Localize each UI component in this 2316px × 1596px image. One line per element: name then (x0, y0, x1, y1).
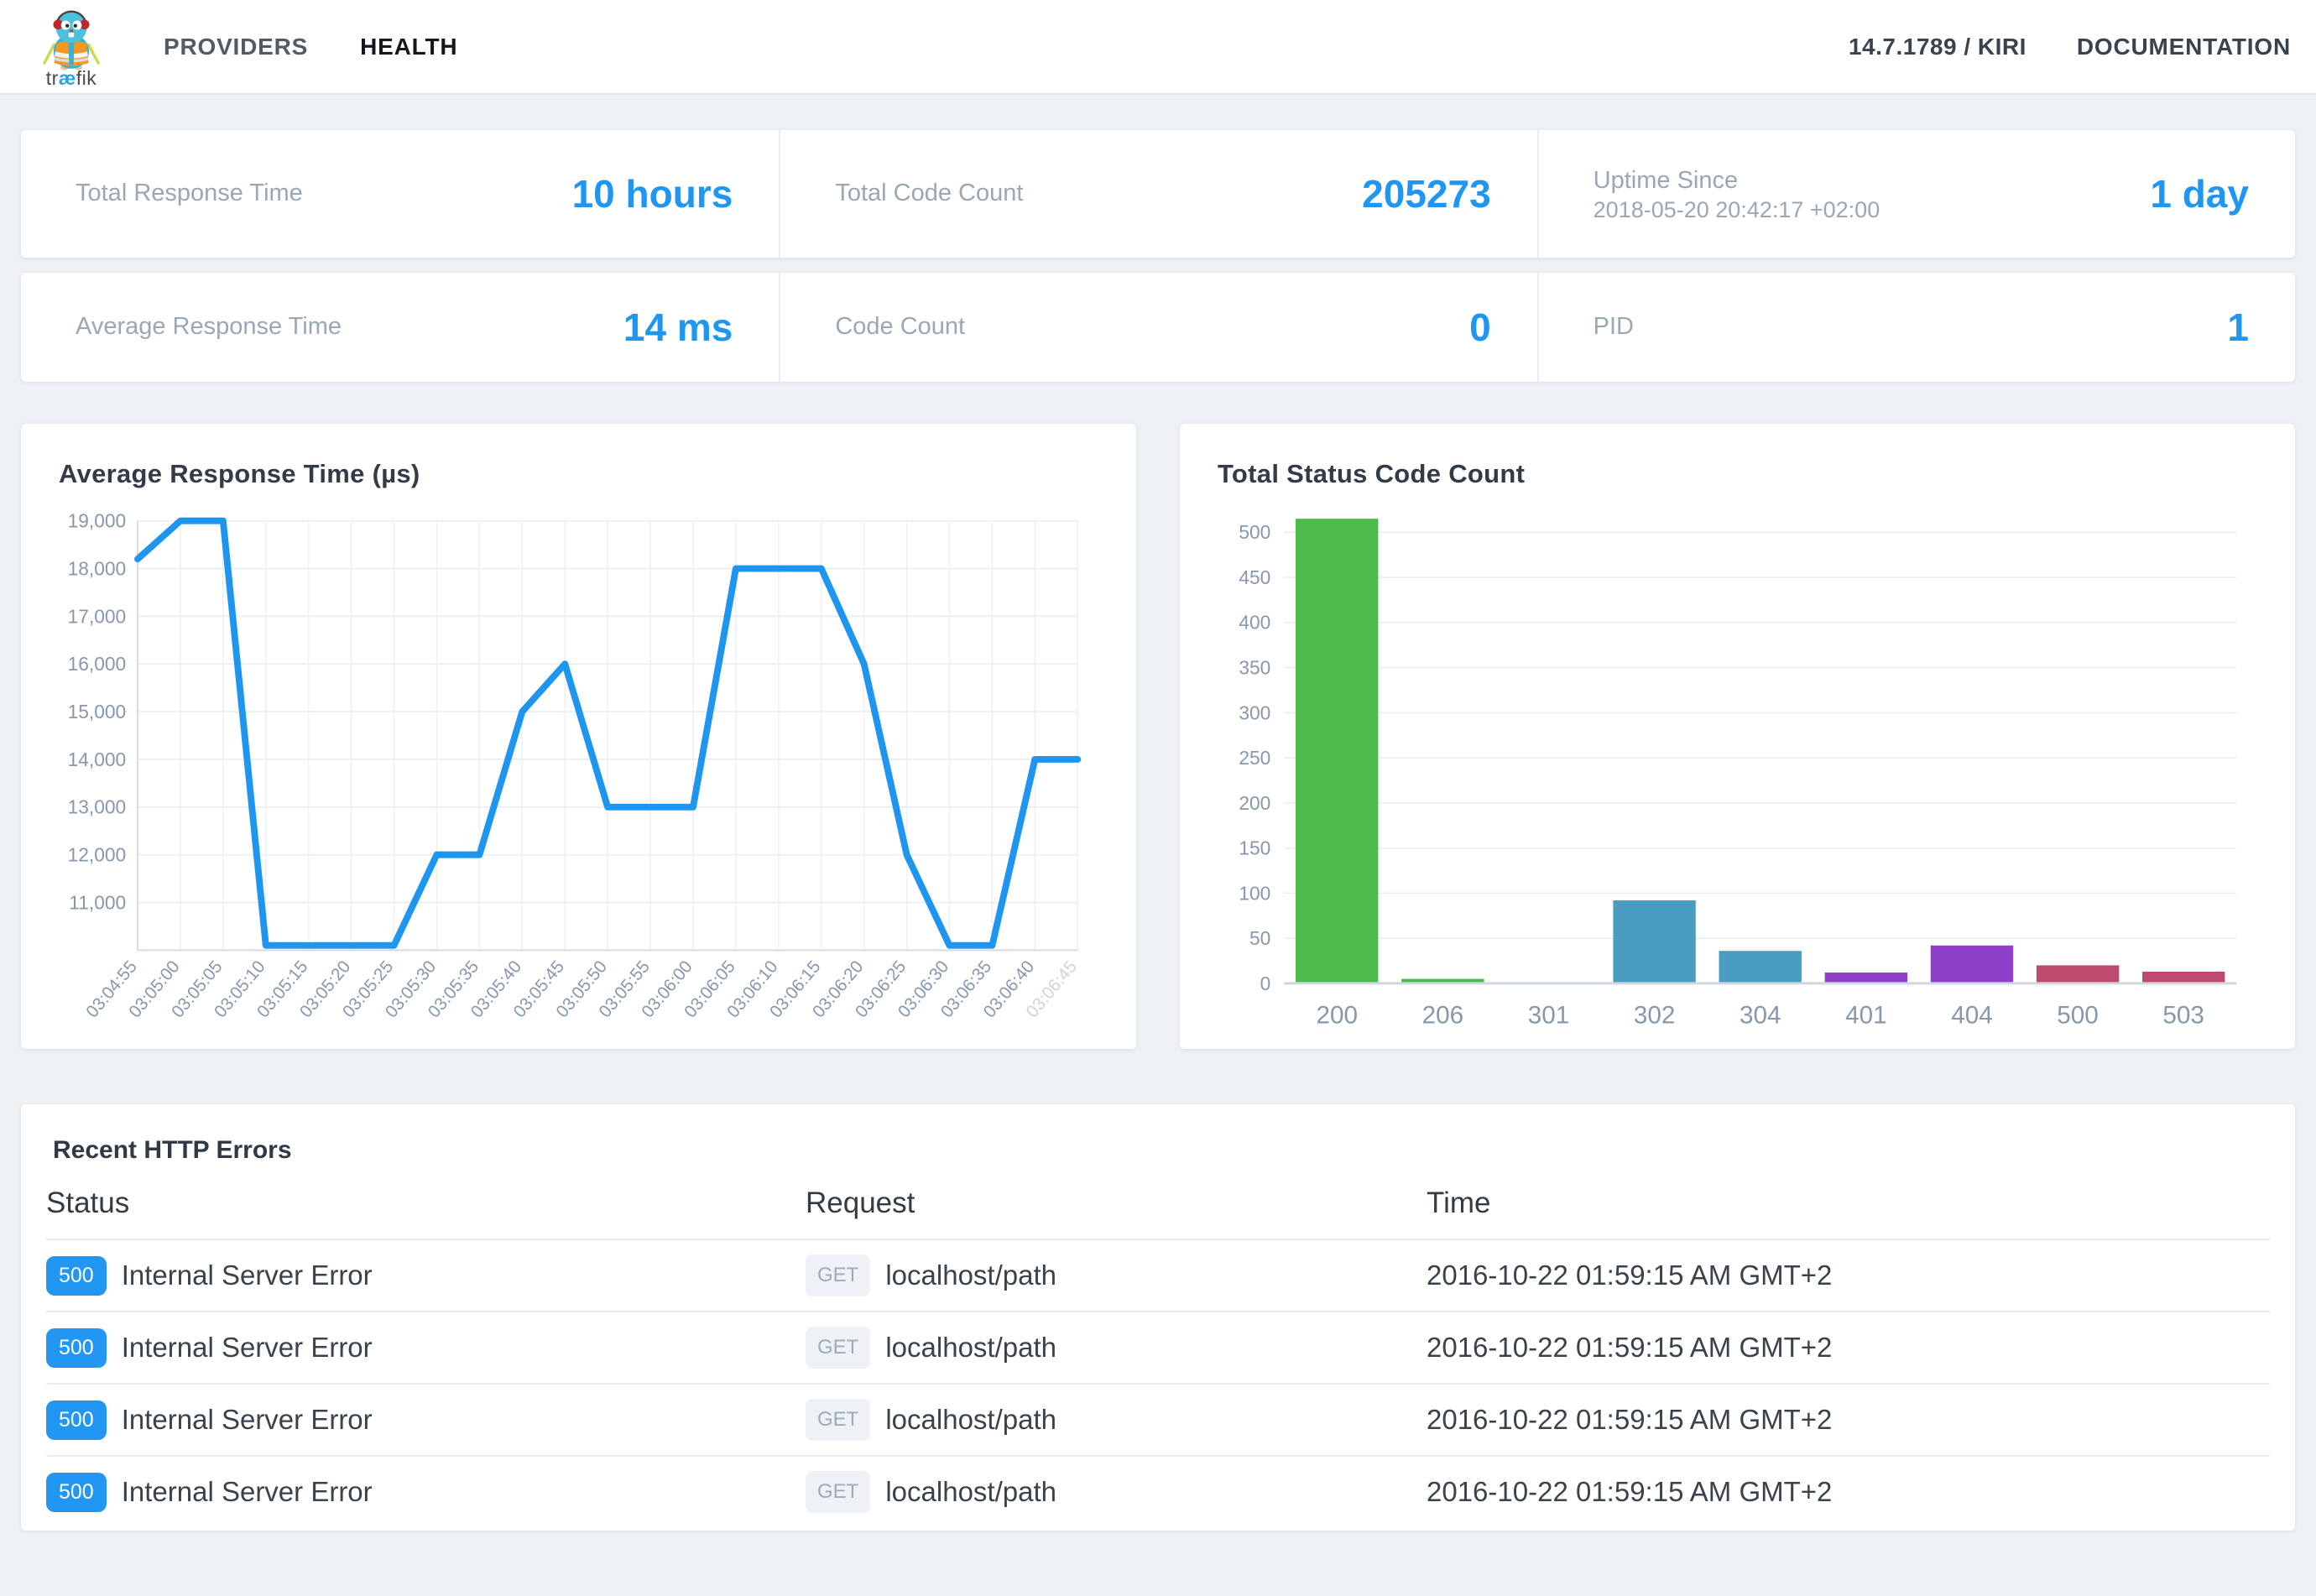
stat-label: PID (1594, 310, 1634, 343)
stat-label: Total Response Time (76, 177, 303, 210)
error-time: 2016-10-22 01:59:15 AM GMT+2 (1427, 1476, 2270, 1508)
stats-row-2: Average Response Time 14 ms Code Count 0… (21, 273, 2295, 382)
status-code-chart-card: Total Status Code Count 0 50 100 150 200 250 3… (1180, 424, 2295, 1049)
recent-http-errors-card: Recent HTTP Errors Status Request Time 5… (21, 1104, 2295, 1531)
stat-label: Code Count (835, 310, 965, 343)
error-message: Internal Server Error (122, 1404, 373, 1436)
http-method-badge: GET (806, 1327, 870, 1369)
stat-uptime-since: Uptime Since 2018-05-20 20:42:17 +02:00 … (1537, 130, 2295, 258)
request-path: localhost/path (885, 1404, 1056, 1436)
stat-code-count: Code Count 0 (779, 273, 1536, 382)
version-label: 14.7.1789 / KIRI (1849, 34, 2026, 60)
main-content: Total Response Time 10 hours Total Code … (0, 95, 2316, 1552)
stat-total-response-time: Total Response Time 10 hours (21, 130, 779, 258)
stat-value: 1 day (2150, 171, 2249, 216)
svg-text:450: 450 (1239, 566, 1270, 588)
svg-text:400: 400 (1239, 612, 1270, 634)
response-time-line-chart: 11,000 12,000 13,000 14,000 15,000 16,000 17,0… (59, 498, 1098, 1046)
svg-text:401: 401 (1845, 1001, 1887, 1029)
nav-item-providers[interactable]: PROVIDERS (164, 34, 308, 60)
svg-text:13,000: 13,000 (68, 796, 127, 818)
svg-text:19,000: 19,000 (68, 510, 127, 532)
stat-label: Uptime Since (1594, 164, 1880, 197)
svg-text:503: 503 (2162, 1001, 2204, 1029)
traefik-logo[interactable]: træfik (25, 3, 117, 90)
error-time: 2016-10-22 01:59:15 AM GMT+2 (1427, 1404, 2270, 1436)
table-row: 500 Internal Server Error GET localhost/… (46, 1383, 2270, 1455)
stat-value: 14 ms (623, 305, 733, 350)
traefik-gopher-icon (37, 3, 106, 72)
svg-text:500: 500 (1239, 521, 1270, 543)
error-message: Internal Server Error (122, 1332, 373, 1364)
stat-pid: PID 1 (1537, 273, 2295, 382)
nav-right: 14.7.1789 / KIRI DOCUMENTATION (1849, 34, 2291, 60)
svg-text:206: 206 (1422, 1001, 1464, 1029)
stat-value: 10 hours (572, 171, 733, 216)
http-method-badge: GET (806, 1471, 870, 1513)
svg-text:404: 404 (1951, 1001, 1993, 1029)
svg-text:0: 0 (1260, 973, 1271, 994)
table-title: Recent HTTP Errors (46, 1136, 2270, 1165)
svg-text:16,000: 16,000 (68, 653, 127, 675)
stat-label: Average Response Time (76, 310, 342, 343)
svg-text:250: 250 (1239, 747, 1270, 769)
svg-text:11,000: 11,000 (69, 891, 126, 913)
svg-text:302: 302 (1634, 1001, 1676, 1029)
brand-wordmark: træfik (46, 67, 97, 90)
column-request: Request (806, 1187, 1427, 1220)
stat-value: 205273 (1362, 171, 1491, 216)
table-row: 500 Internal Server Error GET localhost/… (46, 1311, 2270, 1383)
error-time: 2016-10-22 01:59:15 AM GMT+2 (1427, 1332, 2270, 1364)
svg-text:15,000: 15,000 (68, 701, 127, 722)
stat-value: 0 (1469, 305, 1491, 350)
svg-text:300: 300 (1239, 702, 1270, 723)
charts-row: Average Response Time (µs) 11,00012,0001… (21, 424, 2295, 1049)
http-method-badge: GET (806, 1254, 870, 1296)
svg-text:100: 100 (1239, 882, 1270, 904)
nav-item-health[interactable]: HEALTH (360, 34, 457, 60)
top-nav: træfik PROVIDERS HEALTH 14.7.1789 / KIRI… (0, 0, 2316, 95)
request-path: localhost/path (885, 1260, 1056, 1291)
response-time-chart-card: Average Response Time (µs) 11,00012,0001… (21, 424, 1136, 1049)
stat-sublabel: 2018-05-20 20:42:17 +02:00 (1594, 197, 1880, 223)
status-code-badge: 500 (46, 1400, 107, 1440)
request-path: localhost/path (885, 1332, 1056, 1364)
status-code-badge: 500 (46, 1256, 107, 1296)
stat-value: 1 (2227, 305, 2249, 350)
svg-text:200: 200 (1316, 1001, 1358, 1029)
status-code-bar-chart: 0 50 100 150 200 250 300 350 400 450 500 200 206 301 3… (1218, 498, 2257, 1046)
svg-text:350: 350 (1239, 657, 1270, 679)
svg-text:14,000: 14,000 (68, 748, 127, 770)
request-path: localhost/path (885, 1476, 1056, 1508)
svg-text:150: 150 (1239, 837, 1270, 859)
table-header: Status Request Time (46, 1165, 2270, 1239)
status-code-badge: 500 (46, 1328, 107, 1368)
error-message: Internal Server Error (122, 1476, 373, 1508)
stat-total-code-count: Total Code Count 205273 (779, 130, 1536, 258)
svg-text:17,000: 17,000 (68, 605, 127, 627)
bar-chart-title: Total Status Code Count (1218, 459, 2257, 489)
svg-text:500: 500 (2057, 1001, 2099, 1029)
svg-text:301: 301 (1528, 1001, 1570, 1029)
column-status: Status (46, 1187, 806, 1220)
stat-label: Total Code Count (835, 177, 1023, 210)
nav-item-documentation[interactable]: DOCUMENTATION (2077, 34, 2291, 60)
svg-text:50: 50 (1249, 927, 1270, 949)
svg-text:200: 200 (1239, 792, 1270, 814)
svg-text:12,000: 12,000 (68, 844, 127, 866)
stats-row-1: Total Response Time 10 hours Total Code … (21, 130, 2295, 258)
table-row: 500 Internal Server Error GET localhost/… (46, 1239, 2270, 1311)
column-time: Time (1427, 1187, 2270, 1220)
nav-links: PROVIDERS HEALTH (164, 34, 457, 60)
table-row: 500 Internal Server Error GET localhost/… (46, 1455, 2270, 1527)
status-code-badge: 500 (46, 1473, 107, 1512)
http-method-badge: GET (806, 1399, 870, 1441)
line-chart-title: Average Response Time (µs) (59, 459, 1098, 489)
stat-average-response-time: Average Response Time 14 ms (21, 273, 779, 382)
svg-text:18,000: 18,000 (68, 557, 127, 579)
error-time: 2016-10-22 01:59:15 AM GMT+2 (1427, 1260, 2270, 1291)
svg-text:304: 304 (1740, 1001, 1781, 1029)
error-message: Internal Server Error (122, 1260, 373, 1291)
